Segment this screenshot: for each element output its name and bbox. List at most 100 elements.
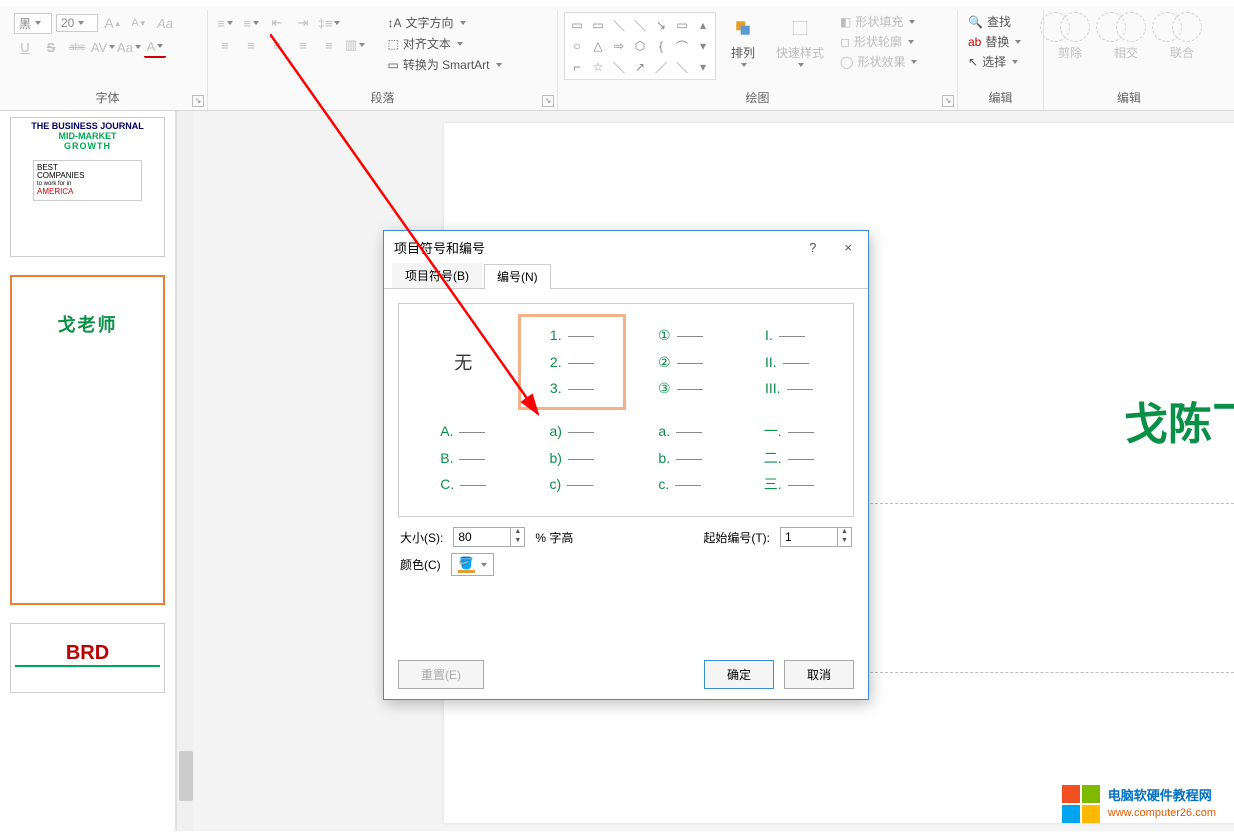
watermark-text2: www.computer26.com [1108, 807, 1216, 819]
font-size-select[interactable]: 20 [56, 14, 98, 32]
justify-button[interactable]: ≡ [292, 34, 314, 56]
gallery-more-icon[interactable]: ▾ [693, 57, 713, 77]
align-left-button[interactable]: ≡ [214, 34, 236, 56]
shape-tri-icon[interactable]: △ [588, 36, 608, 56]
shape-star-icon[interactable]: ☆ [588, 57, 608, 77]
drawing-dialog-launcher[interactable]: ↘ [942, 95, 954, 107]
convert-smartart-button[interactable]: ▭转换为 SmartArt [384, 54, 552, 75]
shape-arc-icon[interactable]: ⌒ [672, 36, 692, 56]
slide-thumbnails[interactable]: THE BUSINESS JOURNAL MID-MARKET GROWTH B… [0, 111, 176, 831]
size-down[interactable]: ▼ [510, 537, 524, 546]
color-picker[interactable]: 🪣 [451, 553, 494, 576]
replace-button[interactable]: ab替换 [964, 32, 1037, 51]
thumb-3[interactable]: BRD [10, 623, 165, 693]
thumbs-scrollbar[interactable] [176, 111, 194, 831]
clear-format-button[interactable]: Aa [154, 12, 176, 34]
columns-button[interactable]: ▥ [344, 34, 366, 56]
shape-conn-icon[interactable]: ⌐ [567, 57, 587, 77]
shape-oval-icon[interactable]: ○ [567, 36, 587, 56]
indent-left-button[interactable]: ⇤ [266, 12, 288, 34]
start-input[interactable] [781, 528, 837, 546]
numbering-chinese[interactable]: 一.二.三. [735, 410, 844, 506]
arrange-button[interactable]: 排列 [722, 12, 764, 69]
thumb-2[interactable]: 戈老师 [10, 275, 165, 605]
numbering-roman[interactable]: I.II.III. [735, 314, 844, 410]
start-label: 起始编号(T): [703, 529, 770, 546]
shape-line2-icon[interactable]: ＼ [630, 15, 650, 35]
shape-l-icon[interactable]: ＼ [609, 57, 629, 77]
font-dialog-launcher[interactable]: ↘ [192, 95, 204, 107]
shape-brace-icon[interactable]: { [651, 36, 671, 56]
shape-icon[interactable]: ▭ [588, 15, 608, 35]
shape-l3-icon[interactable]: ／ [651, 57, 671, 77]
size-up[interactable]: ▲ [510, 528, 524, 537]
shape-l4-icon[interactable]: ＼ [672, 57, 692, 77]
size-input[interactable] [454, 528, 510, 546]
thumb-1[interactable]: THE BUSINESS JOURNAL MID-MARKET GROWTH B… [10, 117, 165, 257]
shape-hex-icon[interactable]: ⬡ [630, 36, 650, 56]
shape-line-icon[interactable]: ＼ [609, 15, 629, 35]
watermark-text1: 电脑软硬件教程网 [1108, 788, 1216, 804]
change-case-button[interactable]: Aa [118, 36, 140, 58]
numbering-button[interactable]: ≡ [240, 12, 262, 34]
numbering-arabic-dot[interactable]: 1.2.3. [518, 314, 627, 410]
start-spinner[interactable]: ▲▼ [780, 527, 852, 547]
paint-bucket-icon: 🪣 [458, 556, 475, 573]
shape-gallery[interactable]: ▭▭＼＼↘▭▴ ○△⇨⬡{⌒▾ ⌐☆＼↗／＼▾ [564, 12, 716, 80]
shape-rect-icon[interactable]: ▭ [672, 15, 692, 35]
shape-outline-button[interactable]: ◻形状轮廓 [836, 32, 921, 51]
quick-styles-button[interactable]: 快速样式 [770, 12, 830, 69]
line-spacing-button[interactable]: ‡≡ [318, 12, 340, 34]
start-up[interactable]: ▲ [837, 528, 851, 537]
cancel-button[interactable]: 取消 [784, 660, 854, 689]
gallery-up-icon[interactable]: ▴ [693, 15, 713, 35]
group-paragraph: ≡ ≡ ⇤ ⇥ ‡≡ ≡ ≡ ≡ ≡ ≡ ▥ [208, 10, 558, 110]
select-button[interactable]: ↖选择 [964, 52, 1037, 71]
numbering-none[interactable]: 无 [409, 314, 518, 410]
shape-l2-icon[interactable]: ↗ [630, 57, 650, 77]
grow-font-button[interactable]: A▲ [102, 12, 124, 34]
subtract-button[interactable]: 剪除 [1050, 12, 1090, 61]
strike-button[interactable]: S [40, 36, 62, 58]
dialog-help-button[interactable]: ? [803, 238, 822, 257]
start-down[interactable]: ▼ [837, 537, 851, 546]
text-direction-button[interactable]: ↕A文字方向 [384, 12, 552, 33]
font-family-select[interactable]: 黑 [14, 13, 52, 34]
bullets-button[interactable]: ≡ [214, 12, 236, 34]
numbering-lower-alpha-paren[interactable]: a)b)c) [518, 410, 627, 506]
fill-icon: ◧ [840, 15, 851, 29]
shape-effects-button[interactable]: ◯形状效果 [836, 52, 921, 71]
intersect-button[interactable]: 相交 [1106, 12, 1146, 61]
dialog-titlebar[interactable]: 项目符号和编号 ? × [384, 231, 868, 263]
tab-numbering[interactable]: 编号(N) [484, 264, 551, 289]
distribute-button[interactable]: ≡ [318, 34, 340, 56]
align-text-button[interactable]: ⬚对齐文本 [384, 33, 552, 54]
gallery-down-icon[interactable]: ▾ [693, 36, 713, 56]
paragraph-dialog-launcher[interactable]: ↘ [542, 95, 554, 107]
group-merge: 剪除 相交 联合 编辑 [1044, 10, 1214, 110]
shape-fill-button[interactable]: ◧形状填充 [836, 12, 921, 31]
union-button[interactable]: 联合 [1162, 12, 1202, 61]
indent-right-button[interactable]: ⇥ [292, 12, 314, 34]
tab-bullets[interactable]: 项目符号(B) [392, 263, 482, 288]
shape-arr-icon[interactable]: ⇨ [609, 36, 629, 56]
shape-arrow-icon[interactable]: ↘ [651, 15, 671, 35]
char-spacing-button[interactable]: AV [92, 36, 114, 58]
numbering-lower-alpha-dot[interactable]: a.b.c. [626, 410, 735, 506]
size-spinner[interactable]: ▲▼ [453, 527, 525, 547]
scrollbar-thumb[interactable] [179, 751, 193, 801]
align-center-button[interactable]: ≡ [240, 34, 262, 56]
reset-button[interactable]: 重置(E) [398, 660, 484, 689]
find-button[interactable]: 🔍查找 [964, 12, 1037, 31]
numbering-circled[interactable]: ①②③ [626, 314, 735, 410]
shrink-font-button[interactable]: A▼ [128, 12, 150, 34]
underline-button[interactable]: U [14, 36, 36, 58]
ok-button[interactable]: 确定 [704, 660, 774, 689]
numbering-upper-alpha[interactable]: A.B.C. [409, 410, 518, 506]
align-right-button[interactable]: ≡ [266, 34, 288, 56]
shape-textbox-icon[interactable]: ▭ [567, 15, 587, 35]
select-icon: ↖ [968, 55, 978, 69]
dialog-close-button[interactable]: × [838, 238, 858, 257]
font-color-button[interactable]: A [144, 36, 166, 58]
strike2-button[interactable]: abc [66, 36, 88, 58]
